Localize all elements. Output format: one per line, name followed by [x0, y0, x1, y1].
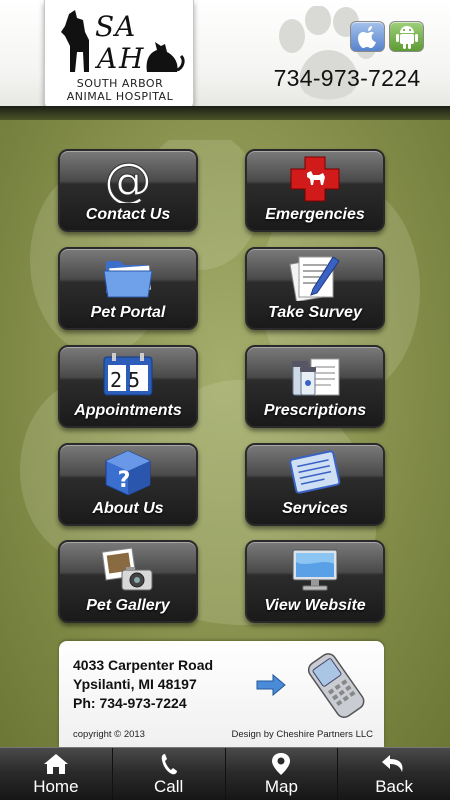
take-survey-button[interactable]: Take Survey: [245, 247, 385, 330]
red-cross-dog-icon: [290, 156, 340, 202]
services-button[interactable]: Services: [245, 443, 385, 526]
designer-credit: Design by Cheshire Partners LLC: [231, 729, 373, 740]
nav-label: Map: [264, 777, 298, 796]
survey-pen-icon: [289, 256, 340, 301]
back-arrow-icon: [382, 755, 403, 772]
android-store-button[interactable]: [389, 21, 424, 52]
nav-label: Home: [33, 777, 79, 796]
android-icon: [395, 25, 418, 49]
phone-handset-icon: [161, 754, 177, 775]
address-street: 4033 Carpenter Road: [73, 657, 214, 673]
calendar-digits: 25: [110, 368, 146, 392]
tile-label: Appointments: [74, 402, 182, 419]
header-phone-number[interactable]: 734-973-7224: [262, 65, 432, 92]
tile-label: Pet Portal: [90, 304, 166, 321]
map-pin-icon: [272, 753, 291, 775]
nav-map-button[interactable]: Map: [226, 748, 339, 800]
bottom-navigation-bar: Home Call Map Back: [0, 747, 450, 800]
address-card[interactable]: 4033 Carpenter Road Ypsilanti, MI 48197 …: [59, 641, 384, 747]
svg-text:A: A: [94, 42, 117, 75]
tile-label: View Website: [264, 597, 366, 614]
nav-label: Back: [375, 777, 414, 796]
address-footer: copyright © 2013 Design by Cheshire Part…: [73, 729, 373, 740]
svg-text:A: A: [112, 10, 135, 43]
pet-portal-button[interactable]: Pet Portal: [58, 247, 198, 330]
svg-text:H: H: [118, 42, 144, 75]
logo-text-line1: South Arbor: [76, 77, 164, 90]
monitor-icon: [292, 549, 338, 591]
svg-text:S: S: [95, 10, 114, 43]
cell-phone-icon[interactable]: [299, 649, 375, 721]
address-phone[interactable]: Ph: 734-973-7224: [73, 695, 187, 711]
nav-back-button[interactable]: Back: [338, 748, 450, 800]
appointments-button[interactable]: 25 Appointments: [58, 345, 198, 428]
tile-label: Take Survey: [268, 304, 362, 321]
cat-dog-logo-icon: S A A H: [61, 10, 185, 75]
contact-us-button[interactable]: @ Contact Us: [58, 149, 198, 232]
camera-photo-icon: [101, 547, 153, 591]
view-website-button[interactable]: View Website: [245, 540, 385, 623]
hospital-logo[interactable]: S A A H South Arbor Animal Hospital: [44, 0, 194, 106]
apple-icon: [357, 25, 376, 48]
about-us-button[interactable]: ? About Us: [58, 443, 198, 526]
medicine-bottles-icon: [292, 358, 340, 396]
tile-label: Services: [282, 500, 348, 517]
logo-text-line2: Animal Hospital: [66, 90, 174, 103]
main-menu-area: @ Contact Us Emergencies Pet Portal Take…: [0, 120, 450, 747]
home-icon: [43, 754, 68, 774]
question-cube-icon: ?: [105, 450, 151, 496]
header-divider: [0, 106, 450, 120]
svg-text:@: @: [104, 155, 152, 203]
pet-gallery-button[interactable]: Pet Gallery: [58, 540, 198, 623]
nav-label: Call: [153, 777, 184, 796]
nav-call-button[interactable]: Call: [113, 748, 226, 800]
tile-label: Contact Us: [85, 206, 171, 223]
copyright-text: copyright © 2013: [73, 729, 145, 740]
folder-icon: [103, 261, 153, 298]
emergencies-button[interactable]: Emergencies: [245, 149, 385, 232]
prescriptions-button[interactable]: Prescriptions: [245, 345, 385, 428]
at-sign-icon: @: [104, 155, 153, 203]
clipboard-list-icon: [289, 450, 341, 494]
calendar-icon: 25: [103, 353, 153, 396]
tile-label: Emergencies: [265, 206, 365, 223]
tile-label: About Us: [92, 500, 164, 517]
svg-text:?: ?: [118, 468, 131, 493]
nav-home-button[interactable]: Home: [0, 748, 113, 800]
address-city: Ypsilanti, MI 48197: [73, 676, 197, 692]
apple-store-button[interactable]: [350, 21, 385, 52]
app-header: S A A H South Arbor Animal Hospital 734: [0, 0, 450, 106]
tile-label: Pet Gallery: [86, 597, 170, 614]
arrow-right-icon: [256, 673, 286, 697]
tile-label: Prescriptions: [263, 402, 367, 419]
